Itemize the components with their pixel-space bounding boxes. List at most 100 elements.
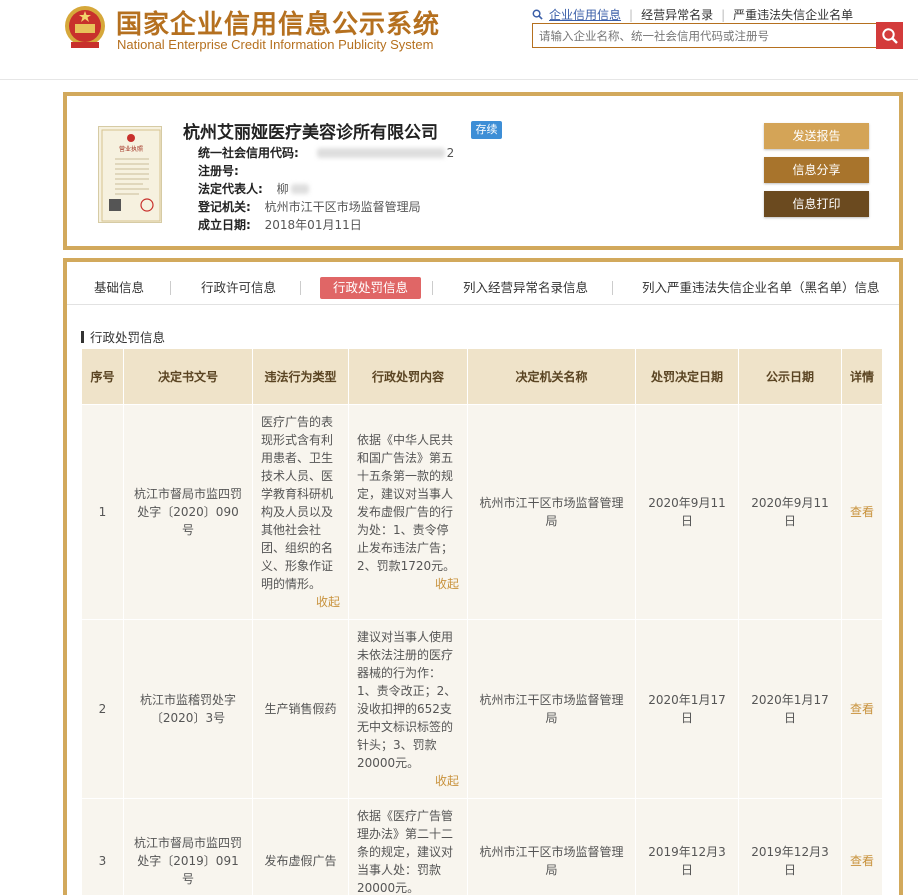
search-input[interactable]: [533, 24, 877, 47]
license-label: 营业执照: [119, 145, 143, 153]
info-label: 成立日期:: [198, 218, 251, 232]
cell-detail: 查看: [841, 798, 883, 895]
tab-admin-penalty[interactable]: 行政处罚信息: [320, 277, 422, 299]
company-info: 统一社会信用代码: 2 注册号: 法定代表人: 柳 登记机关: 杭州市江干区市场…: [198, 144, 454, 234]
tab-basic-info[interactable]: 基础信息: [94, 277, 144, 299]
cell-violation: 发布虚假广告: [252, 798, 349, 895]
collapse-link[interactable]: 收起: [357, 575, 459, 593]
tab-separator: [432, 281, 433, 295]
cell-publish-date: 2020年9月11日: [738, 404, 842, 620]
info-row-credit-code: 统一社会信用代码: 2: [198, 144, 454, 162]
cell-doc-no: 杭江市监稽罚处字〔2020〕3号: [123, 619, 253, 799]
action-buttons: 发送报告 信息分享 信息打印: [764, 123, 869, 225]
info-value: 2: [446, 146, 455, 160]
col-header-no: 序号: [81, 348, 124, 405]
info-label: 统一社会信用代码:: [198, 146, 299, 160]
cell-authority: 杭州市江干区市场监督管理局: [467, 798, 636, 895]
violation-text: 生产销售假药: [264, 702, 337, 716]
cell-decision-date: 2019年12月3日: [635, 798, 739, 895]
violation-text: 发布虚假广告: [264, 854, 337, 868]
view-detail-link[interactable]: 查看: [850, 854, 874, 868]
national-emblem-icon: [65, 6, 105, 48]
info-value: 杭州市江干区市场监督管理局: [264, 200, 421, 214]
table-row: 1 杭江市督局市监四罚处字〔2020〕090号 医疗广告的表现形式含有利用患者、…: [81, 404, 883, 620]
cell-violation: 医疗广告的表现形式含有利用患者、卫生技术人员、医学教育科研机构及人员以及其他社会…: [252, 404, 349, 620]
share-info-button[interactable]: 信息分享: [764, 157, 869, 183]
table-row: 2 杭江市监稽罚处字〔2020〕3号 生产销售假药 建议对当事人使用未依法注册的…: [81, 619, 883, 799]
col-header-detail: 详情: [841, 348, 883, 405]
cell-content: 依据《中华人民共和国广告法》第五十五条第一款的规定，建议对当事人发布虚假广告的行…: [348, 404, 468, 620]
cell-detail: 查看: [841, 404, 883, 620]
cell-content: 建议对当事人使用未依法注册的医疗器械的行为作：1、责令改正；2、没收扣押的652…: [348, 619, 468, 799]
link-abnormal-list[interactable]: 经营异常名录: [641, 8, 713, 22]
table-row: 3 杭江市督局市监四罚处字〔2019〕091号 发布虚假广告 依据《医疗广告管理…: [81, 798, 883, 895]
redacted-text: [316, 148, 445, 158]
cell-decision-date: 2020年1月17日: [635, 619, 739, 799]
collapse-link[interactable]: 收起: [261, 593, 340, 611]
cell-no: 1: [81, 404, 124, 620]
link-blacklist[interactable]: 严重违法失信企业名单: [733, 8, 853, 22]
cell-decision-date: 2020年9月11日: [635, 404, 739, 620]
content-text: 建议对当事人使用未依法注册的医疗器械的行为作：1、责令改正；2、没收扣押的652…: [357, 630, 457, 770]
magnifier-icon: [532, 9, 543, 20]
info-value: 柳: [276, 182, 289, 196]
content-text: 依据《中华人民共和国广告法》第五十五条第一款的规定，建议对当事人发布虚假广告的行…: [357, 433, 456, 573]
tab-bar: 基础信息 行政许可信息 行政处罚信息 列入经营异常名录信息 列入严重违法失信企业…: [67, 262, 899, 305]
info-row-est-date: 成立日期: 2018年01月11日: [198, 216, 454, 234]
cell-detail: 查看: [841, 619, 883, 799]
info-row-legal-rep: 法定代表人: 柳: [198, 180, 454, 198]
cell-doc-no: 杭江市督局市监四罚处字〔2020〕090号: [123, 404, 253, 620]
redacted-text: [290, 184, 309, 194]
cell-doc-no: 杭江市督局市监四罚处字〔2019〕091号: [123, 798, 253, 895]
cell-violation: 生产销售假药: [252, 619, 349, 799]
info-row-authority: 登记机关: 杭州市江干区市场监督管理局: [198, 198, 454, 216]
system-title: 国家企业信用信息公示系统: [116, 10, 441, 40]
business-license-thumbnail[interactable]: 营业执照: [98, 126, 162, 223]
info-row-reg-no: 注册号:: [198, 162, 454, 180]
cell-authority: 杭州市江干区市场监督管理局: [467, 619, 636, 799]
info-label: 注册号:: [198, 164, 239, 178]
section-title-text: 行政处罚信息: [90, 330, 166, 345]
cell-publish-date: 2020年1月17日: [738, 619, 842, 799]
col-header-violation: 违法行为类型: [252, 348, 349, 405]
cell-publish-date: 2019年12月3日: [738, 798, 842, 895]
tab-separator: [300, 281, 301, 295]
print-info-button[interactable]: 信息打印: [764, 191, 869, 217]
section-title: 行政处罚信息: [81, 327, 165, 346]
company-card: 营业执照 杭州艾丽娅医疗美容诊所有限公司 存续 统一社会信用代码: 2 注册号:…: [63, 92, 903, 250]
search-icon: [881, 27, 898, 44]
link-separator: |: [629, 8, 634, 22]
license-image-icon: 营业执照: [101, 129, 161, 222]
cell-no: 2: [81, 619, 124, 799]
site-header: 国家企业信用信息公示系统 National Enterprise Credit …: [0, 0, 918, 80]
company-name: 杭州艾丽娅医疗美容诊所有限公司: [183, 123, 438, 143]
collapse-link[interactable]: 收起: [357, 772, 459, 790]
send-report-button[interactable]: 发送报告: [764, 123, 869, 149]
tab-abnormal-list[interactable]: 列入经营异常名录信息: [463, 277, 588, 299]
col-header-decision-date: 处罚决定日期: [635, 348, 739, 405]
link-separator: |: [721, 8, 726, 22]
status-badge: 存续: [471, 121, 502, 139]
info-label: 登记机关:: [198, 200, 251, 214]
penalty-table: 序号 决定书文号 违法行为类型 行政处罚内容 决定机关名称 处罚决定日期 公示日…: [81, 348, 883, 895]
link-enterprise-credit[interactable]: 企业信用信息: [549, 8, 621, 22]
cell-content: 依据《医疗广告管理办法》第二十二条的规定，建议对当事人处：罚款20000元。 收…: [348, 798, 468, 895]
view-detail-link[interactable]: 查看: [850, 505, 874, 519]
view-detail-link[interactable]: 查看: [850, 702, 874, 716]
tab-blacklist[interactable]: 列入严重违法失信企业名单（黑名单）信息: [642, 277, 880, 299]
col-header-doc-no: 决定书文号: [123, 348, 253, 405]
tab-separator: [612, 281, 613, 295]
content-text: 依据《医疗广告管理办法》第二十二条的规定，建议对当事人处：罚款20000元。: [357, 809, 454, 895]
tab-separator: [170, 281, 171, 295]
search-box: [532, 23, 878, 48]
tab-admin-license[interactable]: 行政许可信息: [201, 277, 276, 299]
col-header-authority: 决定机关名称: [467, 348, 636, 405]
search-button[interactable]: [876, 22, 903, 49]
cell-authority: 杭州市江干区市场监督管理局: [467, 404, 636, 620]
main-panel: 基础信息 行政许可信息 行政处罚信息 列入经营异常名录信息 列入严重违法失信企业…: [63, 258, 903, 895]
info-label: 法定代表人:: [198, 182, 263, 196]
cell-no: 3: [81, 798, 124, 895]
violation-text: 医疗广告的表现形式含有利用患者、卫生技术人员、医学教育科研机构及人员以及其他社会…: [261, 415, 334, 591]
table-header-row: 序号 决定书文号 违法行为类型 行政处罚内容 决定机关名称 处罚决定日期 公示日…: [81, 348, 883, 405]
penalty-table-wrap: 序号 决定书文号 违法行为类型 行政处罚内容 决定机关名称 处罚决定日期 公示日…: [81, 348, 883, 895]
